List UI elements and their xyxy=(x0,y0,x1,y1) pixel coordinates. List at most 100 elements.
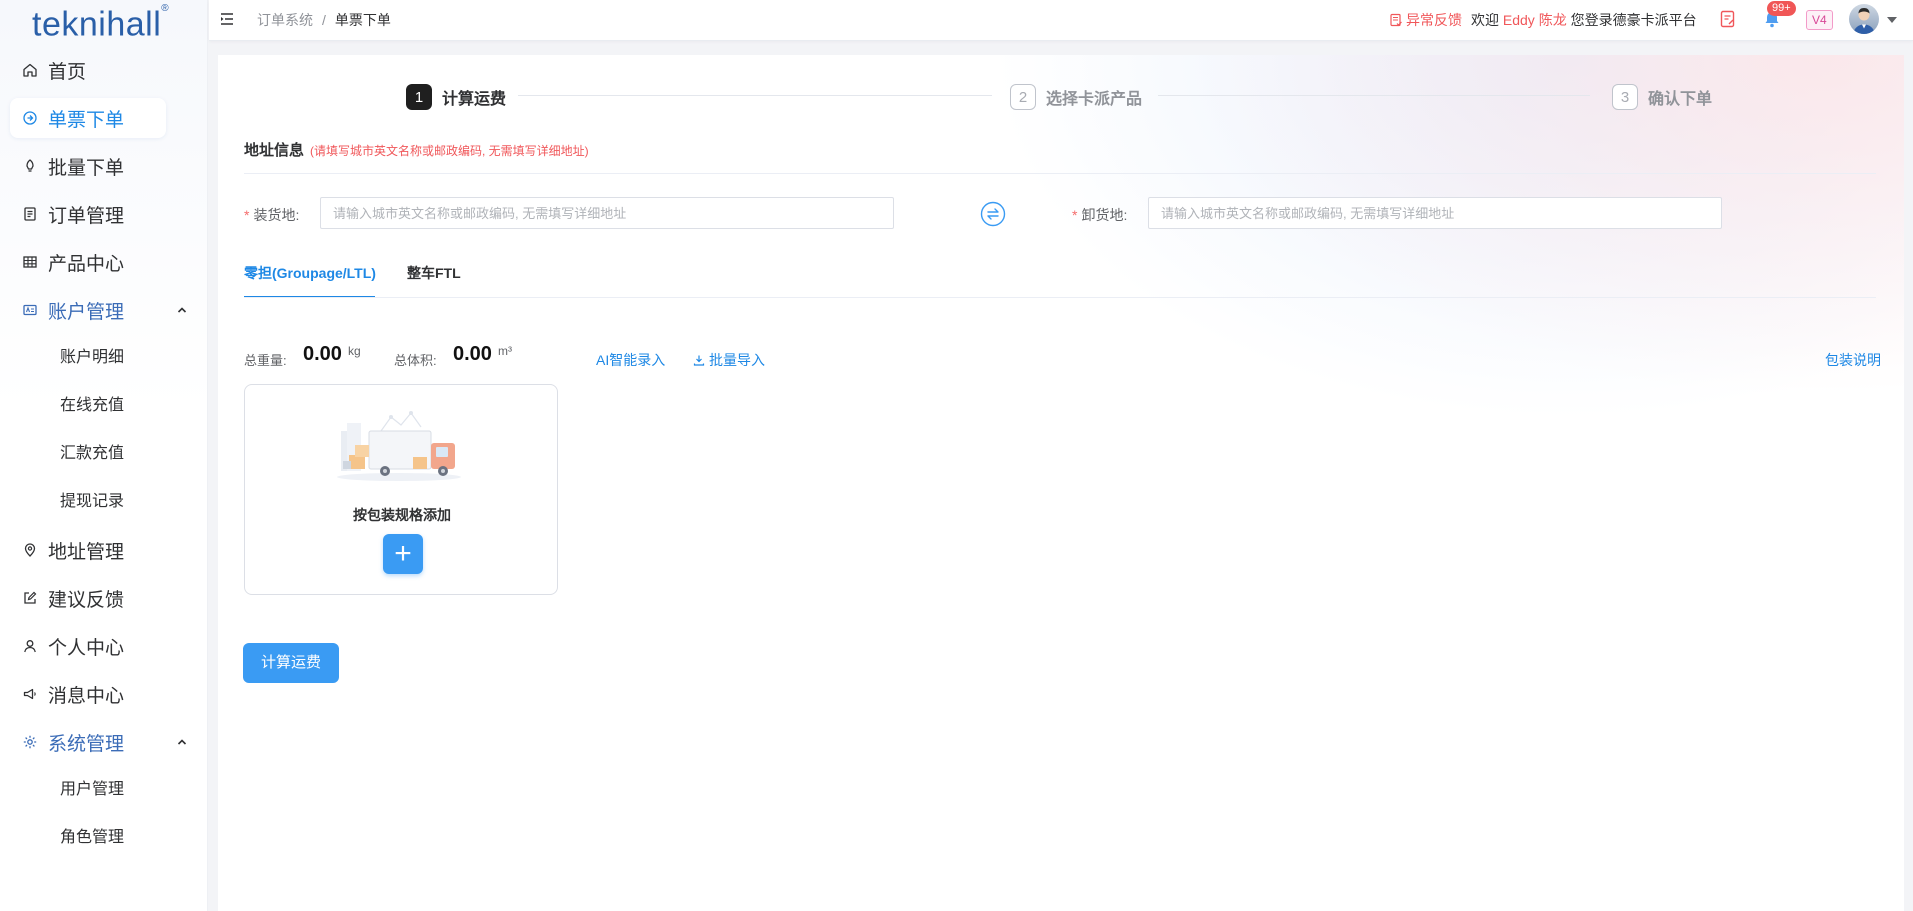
account-card-icon xyxy=(22,302,38,318)
sidebar-item-order-management[interactable]: 订单管理 xyxy=(10,194,166,234)
sidebar-subitem-withdrawal-records[interactable]: 提现记录 xyxy=(60,484,190,520)
step-number: 1 xyxy=(406,84,432,110)
swap-address-icon[interactable] xyxy=(980,201,1006,227)
sidebar-item-label: 消息中心 xyxy=(48,685,125,707)
chevron-up-icon xyxy=(177,739,187,745)
sidebar-item-single-order[interactable]: 单票下单 xyxy=(10,98,166,138)
total-volume-value: 0.00 xyxy=(453,343,492,365)
add-package-card[interactable]: 按包装规格添加 + xyxy=(244,384,558,595)
calculate-freight-button[interactable]: 计算运费 xyxy=(243,643,339,683)
required-mark: * xyxy=(244,207,250,223)
brand-logo[interactable]: teknihall® xyxy=(32,2,170,44)
user-avatar-icon xyxy=(1853,8,1875,34)
feedback-document-icon xyxy=(1390,13,1402,27)
sidebar-item-label: 账户管理 xyxy=(48,301,125,323)
megaphone-icon xyxy=(22,686,38,702)
sidebar-item-address-management[interactable]: 地址管理 xyxy=(10,530,166,570)
user-name: Eddy 陈龙 xyxy=(1502,12,1567,28)
total-weight-unit: kg xyxy=(348,344,361,358)
cargo-summary: 总重量: 0.00 kg 总体积: 0.00 m³ AI智能录入 批量导入 包装… xyxy=(244,343,1894,375)
top-header: 订单系统 / 单票下单 异常反馈 欢迎 Eddy 陈龙 您登录德豪卡派平台 99+ … xyxy=(209,0,1913,41)
logo-text: teknihall xyxy=(32,5,162,44)
menu-toggle-icon[interactable] xyxy=(219,10,235,28)
step-select-product: 2 选择卡派产品 xyxy=(1010,82,1142,112)
sidebar-item-account-management[interactable]: 账户管理 xyxy=(10,290,196,330)
unloading-label-text: 卸货地: xyxy=(1081,207,1128,223)
sidebar-item-label: 建议反馈 xyxy=(48,589,125,611)
sidebar-item-suggestions[interactable]: 建议反馈 xyxy=(10,578,166,618)
step-calculate-freight: 1 计算运费 xyxy=(406,82,506,112)
order-icon xyxy=(22,110,38,126)
sidebar-item-label: 订单管理 xyxy=(48,205,125,227)
sidebar-item-label: 首页 xyxy=(48,61,87,83)
sidebar-item-label: 系统管理 xyxy=(48,733,125,755)
tab-ltl[interactable]: 零担(Groupage/LTL) xyxy=(244,260,376,298)
step-connector xyxy=(518,95,992,96)
sidebar-item-label: 单票下单 xyxy=(48,109,125,131)
edit-icon xyxy=(22,590,38,606)
batch-import-label: 批量导入 xyxy=(709,352,765,368)
tabs-divider xyxy=(244,297,1876,298)
feedback-label: 异常反馈 xyxy=(1406,12,1462,28)
batch-import-link[interactable]: 批量导入 xyxy=(693,350,765,370)
sidebar-item-message-center[interactable]: 消息中心 xyxy=(10,674,166,714)
sidebar-item-home[interactable]: 首页 xyxy=(10,50,166,90)
location-pin-icon xyxy=(22,542,38,558)
breadcrumb-separator: / xyxy=(322,12,326,28)
unloading-place-input[interactable] xyxy=(1148,197,1722,229)
sidebar-item-batch-order[interactable]: 批量下单 xyxy=(10,146,166,186)
logo-mark: ® xyxy=(161,3,170,14)
welcome-message: 欢迎 Eddy 陈龙 您登录德豪卡派平台 xyxy=(1471,0,1697,40)
add-by-spec-label: 按包装规格添加 xyxy=(353,507,451,523)
total-volume-unit: m³ xyxy=(498,344,512,358)
welcome-suffix: 您登录德豪卡派平台 xyxy=(1570,12,1697,28)
breadcrumb-item-current: 单票下单 xyxy=(334,12,391,28)
breadcrumb: 订单系统 / 单票下单 xyxy=(257,0,391,40)
download-icon xyxy=(693,355,705,366)
breadcrumb-item-order-system[interactable]: 订单系统 xyxy=(257,12,313,28)
step-confirm-order: 3 确认下单 xyxy=(1612,82,1712,112)
total-weight-value: 0.00 xyxy=(303,343,342,365)
sidebar-item-system-management[interactable]: 系统管理 xyxy=(10,722,196,762)
rocket-icon xyxy=(22,158,38,174)
version-tag: V4 xyxy=(1806,10,1833,30)
sidebar-item-label: 个人中心 xyxy=(48,637,125,659)
unloading-place-label: * 卸货地: xyxy=(1072,205,1127,225)
address-title: 地址信息 xyxy=(244,142,305,159)
sidebar: teknihall® 首页 单票下单 批量下单 订单管理 产品中心 账户管理 账… xyxy=(0,0,208,911)
step-label: 确认下单 xyxy=(1648,91,1713,108)
user-icon xyxy=(22,638,38,654)
packing-instructions-link[interactable]: 包装说明 xyxy=(1825,350,1881,370)
avatar-dropdown-caret[interactable] xyxy=(1887,17,1897,23)
loading-label-text: 装货地: xyxy=(253,207,300,223)
notes-icon[interactable] xyxy=(1718,9,1738,29)
sidebar-item-label: 批量下单 xyxy=(48,157,125,179)
ai-entry-link[interactable]: AI智能录入 xyxy=(596,350,665,370)
home-icon xyxy=(22,62,38,78)
sidebar-subitem-remittance-recharge[interactable]: 汇款充值 xyxy=(60,436,190,472)
tab-ftl[interactable]: 整车FTL xyxy=(407,260,461,296)
sidebar-subitem-account-details[interactable]: 账户明细 xyxy=(60,340,190,376)
sidebar-item-product-center[interactable]: 产品中心 xyxy=(10,242,166,282)
sidebar-item-personal-center[interactable]: 个人中心 xyxy=(10,626,166,666)
document-icon xyxy=(22,206,38,222)
loading-place-input[interactable] xyxy=(320,197,894,229)
address-hint: (请填写城市英文名称或邮政编码, 无需填写详细地址) xyxy=(310,144,589,158)
section-divider xyxy=(244,173,1876,174)
exception-feedback-link[interactable]: 异常反馈 xyxy=(1389,0,1462,40)
avatar[interactable] xyxy=(1849,4,1879,34)
sidebar-item-label: 地址管理 xyxy=(48,541,125,563)
grid-icon xyxy=(22,254,38,270)
sidebar-subitem-role-management[interactable]: 角色管理 xyxy=(60,820,190,856)
welcome-prefix: 欢迎 xyxy=(1471,12,1499,28)
chevron-up-icon xyxy=(177,307,187,313)
sidebar-subitem-user-management[interactable]: 用户管理 xyxy=(60,772,190,808)
step-label: 选择卡派产品 xyxy=(1046,91,1143,108)
sidebar-subitem-online-recharge[interactable]: 在线充值 xyxy=(60,388,190,424)
add-package-button[interactable]: + xyxy=(383,534,423,574)
required-mark: * xyxy=(1072,207,1078,223)
sidebar-item-label: 产品中心 xyxy=(48,253,125,275)
notification-badge: 99+ xyxy=(1767,1,1796,16)
main-content: 1 计算运费 2 选择卡派产品 3 确认下单 地址信息 (请填写城市英文名称或邮政… xyxy=(218,55,1904,911)
address-section-title: 地址信息 (请填写城市英文名称或邮政编码, 无需填写详细地址) xyxy=(244,139,589,160)
